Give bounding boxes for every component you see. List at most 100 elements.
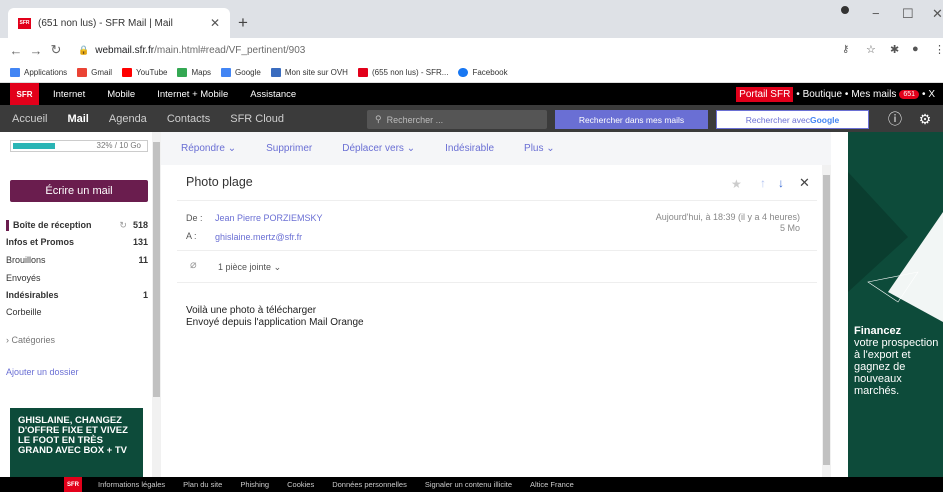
tab-title: (651 non lus) - SFR Mail | Mail xyxy=(38,17,173,29)
bookmark-google[interactable]: Google xyxy=(221,67,261,77)
topnav-assistance[interactable]: Assistance xyxy=(250,89,296,100)
categories-toggle[interactable]: › Catégories xyxy=(6,335,55,345)
lock-icon: 🔒 xyxy=(78,44,90,55)
folder-junk[interactable]: Indésirables 1 xyxy=(6,290,148,300)
search-google-button[interactable]: Rechercher avec Google xyxy=(716,110,869,129)
maximize-icon[interactable]: ☐ xyxy=(902,6,914,22)
gear-icon[interactable]: ⚙ xyxy=(914,108,936,130)
arrow-down-icon[interactable]: ↓ xyxy=(778,176,784,190)
bookmark-sfr[interactable]: (655 non lus) - SFR... xyxy=(357,67,448,77)
footer-sfr-logo[interactable]: SFR xyxy=(64,477,82,492)
google-word: Google xyxy=(809,114,840,125)
footer-link-altice[interactable]: Altice France xyxy=(530,480,574,489)
bookmark-maps[interactable]: Maps xyxy=(177,67,211,77)
mes-mails-link[interactable]: Mes mails xyxy=(851,89,896,100)
scroll-thumb[interactable] xyxy=(153,142,160,397)
refresh-icon[interactable]: ↻ xyxy=(119,220,127,230)
sidebar-ad[interactable]: GHISLAINE, CHANGEZ D'OFFRE FIXE ET VIVEZ… xyxy=(10,408,143,488)
footer-link-cookies[interactable]: Cookies xyxy=(287,480,314,489)
body-line-2: Envoyé depuis l'application Mail Orange xyxy=(186,317,364,328)
close-icon[interactable]: ✕ xyxy=(799,175,810,191)
footer-link-phishing[interactable]: Phishing xyxy=(240,480,269,489)
more-button[interactable]: Plus ⌄ xyxy=(524,143,555,154)
bookmark-gmail[interactable]: Gmail xyxy=(77,67,112,77)
ad-graphic xyxy=(848,172,943,322)
footer-link-legal[interactable]: Informations légales xyxy=(98,480,165,489)
folder-inbox[interactable]: Boîte de réception ↻ 518 xyxy=(6,220,148,231)
scroll-thumb[interactable] xyxy=(823,175,830,465)
google-icon xyxy=(221,67,232,77)
reload-icon[interactable]: ↻ xyxy=(46,42,66,58)
folder-drafts[interactable]: Brouillons 11 xyxy=(6,255,148,265)
new-tab-icon[interactable]: + xyxy=(238,13,248,33)
nav-sfr-cloud[interactable]: SFR Cloud xyxy=(230,113,284,125)
star-icon[interactable]: ★ xyxy=(731,177,742,191)
divider xyxy=(177,250,817,251)
folder-trash[interactable]: Corbeille xyxy=(6,307,148,317)
compose-button[interactable]: Écrire un mail xyxy=(10,180,148,202)
folder-label: Infos et Promos xyxy=(6,237,75,247)
attachments-toggle[interactable]: 1 pièce jointe ⌄ xyxy=(218,262,281,273)
ad-heading: Financez xyxy=(854,325,902,337)
boutique-link[interactable]: • Boutique • xyxy=(796,89,848,100)
sfr-favicon-icon: SFR xyxy=(18,17,31,29)
footer-link-personal-data[interactable]: Données personnelles xyxy=(332,480,407,489)
delete-button[interactable]: Supprimer xyxy=(266,143,312,154)
unread-count-badge: 651 xyxy=(899,89,920,99)
account-icon[interactable]: ● xyxy=(912,43,919,55)
nav-mail[interactable]: Mail xyxy=(67,113,88,125)
gmail-icon xyxy=(77,67,88,77)
recipient-email[interactable]: ghislaine.mertz@sfr.fr xyxy=(215,232,302,242)
ovh-icon xyxy=(270,67,281,77)
from-label: De : xyxy=(186,213,203,223)
quota-fill xyxy=(13,143,55,149)
bookmark-youtube[interactable]: YouTube xyxy=(122,67,167,77)
search-mails-button[interactable]: Rechercher dans mes mails xyxy=(555,110,708,129)
topnav-mobile[interactable]: Mobile xyxy=(107,89,135,100)
bookmark-applications[interactable]: Applications xyxy=(10,67,67,77)
message-scrollbar[interactable] xyxy=(822,165,831,477)
folder-sent[interactable]: Envoyés xyxy=(6,273,148,283)
forward-icon[interactable]: → xyxy=(26,43,46,58)
close-tab-icon[interactable]: ✕ xyxy=(210,16,220,30)
window-close-icon[interactable]: ✕ xyxy=(932,6,943,22)
bookmark-facebook[interactable]: Facebook xyxy=(458,67,508,77)
junk-button[interactable]: Indésirable xyxy=(445,143,494,154)
star-bookmark-icon[interactable]: ☆ xyxy=(866,43,876,56)
footer-link-report[interactable]: Signaler un contenu illicite xyxy=(425,480,512,489)
bookmark-ovh[interactable]: Mon site sur OVH xyxy=(270,67,348,77)
back-icon[interactable]: ← xyxy=(6,43,26,58)
profile-icon[interactable] xyxy=(838,3,852,17)
move-button[interactable]: Déplacer vers ⌄ xyxy=(342,143,415,154)
add-folder-link[interactable]: Ajouter un dossier xyxy=(6,367,79,377)
url-field[interactable]: 🔒 webmail.sfr.fr /main.html#read/VF_pert… xyxy=(78,38,305,62)
topnav-internet[interactable]: Internet xyxy=(53,89,85,100)
arrow-up-icon[interactable]: ↑ xyxy=(760,176,766,190)
nav-accueil[interactable]: Accueil xyxy=(12,113,47,125)
footer-link-sitemap[interactable]: Plan du site xyxy=(183,480,222,489)
maps-icon xyxy=(177,67,188,77)
chevron-down-icon: ⌄ xyxy=(546,143,555,154)
facebook-icon xyxy=(458,67,469,77)
attachments-label: 1 pièce jointe xyxy=(218,262,272,272)
sfr-logo[interactable]: SFR xyxy=(10,83,39,105)
nav-agenda[interactable]: Agenda xyxy=(109,113,147,125)
address-bar: ← → ↻ 🔒 webmail.sfr.fr /main.html#read/V… xyxy=(0,38,943,62)
menu-icon[interactable]: ⋮ xyxy=(934,43,943,56)
sender-name[interactable]: Jean Pierre PORZIEMSKY xyxy=(215,213,323,223)
key-icon[interactable]: ⚷ xyxy=(842,44,849,55)
extensions-icon[interactable]: ✱ xyxy=(890,43,899,56)
search-input[interactable]: ⚲ Rechercher ... xyxy=(367,110,547,129)
portail-sfr-link[interactable]: Portail SFR xyxy=(736,86,794,102)
help-icon[interactable]: ⓘ xyxy=(884,108,906,130)
nav-contacts[interactable]: Contacts xyxy=(167,113,210,125)
browser-tab[interactable]: SFR (651 non lus) - SFR Mail | Mail ✕ xyxy=(8,8,230,38)
sidebar-scrollbar[interactable] xyxy=(152,132,161,477)
minimize-icon[interactable]: − xyxy=(872,6,880,21)
reply-button[interactable]: Répondre ⌄ xyxy=(181,143,236,154)
topnav-internet-mobile[interactable]: Internet + Mobile xyxy=(157,89,228,100)
apps-grid-icon xyxy=(10,67,20,77)
close-link[interactable]: • X xyxy=(922,89,935,100)
right-ad[interactable]: Financez votre prospection à l'export et… xyxy=(848,132,943,477)
folder-infos-promos[interactable]: Infos et Promos 131 xyxy=(6,237,148,247)
